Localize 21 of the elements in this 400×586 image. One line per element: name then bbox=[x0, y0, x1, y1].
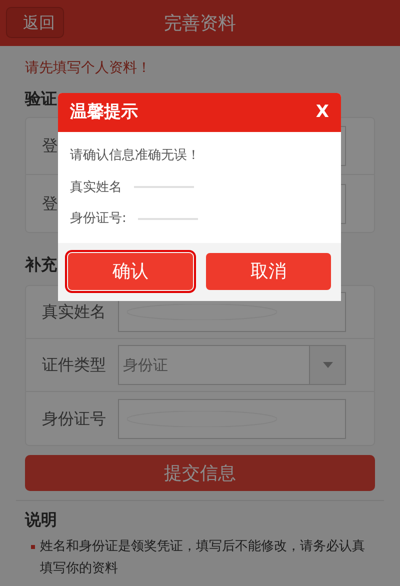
select-field[interactable]: 身份证 bbox=[118, 345, 346, 385]
page-title: 完善资料 bbox=[164, 12, 236, 36]
dialog-message: 请确认信息准确无误！ bbox=[70, 147, 201, 165]
field-label: 真实姓名 bbox=[42, 302, 106, 321]
dialog-field-label: 真实姓名 bbox=[70, 178, 122, 196]
close-button[interactable]: X bbox=[316, 100, 329, 126]
notes-title: 说明 bbox=[25, 509, 58, 531]
field-label: 登 bbox=[42, 194, 58, 212]
section-title: 补充 bbox=[25, 255, 57, 274]
dialog-button[interactable]: 取消 bbox=[206, 253, 331, 290]
field-label: 证件类型 bbox=[42, 355, 106, 374]
dialog-field-label: 身份证号: bbox=[70, 210, 126, 228]
note-text: 姓名和身份证是领奖凭证，填写后不能修改，请务必认真填写你的资料 bbox=[40, 538, 366, 578]
submit-button[interactable]: 提交信息 bbox=[25, 455, 375, 491]
dialog-button[interactable]: 确认 bbox=[68, 253, 193, 290]
notice-text: 请先填写个人资料！ bbox=[25, 59, 152, 78]
section-title: 验证 bbox=[25, 89, 57, 108]
dialog-title: 温馨提示 bbox=[70, 100, 138, 124]
field-label: 登 bbox=[42, 136, 58, 155]
back-button[interactable]: 返回 bbox=[6, 7, 64, 38]
field-label: 身份证号 bbox=[42, 408, 106, 428]
